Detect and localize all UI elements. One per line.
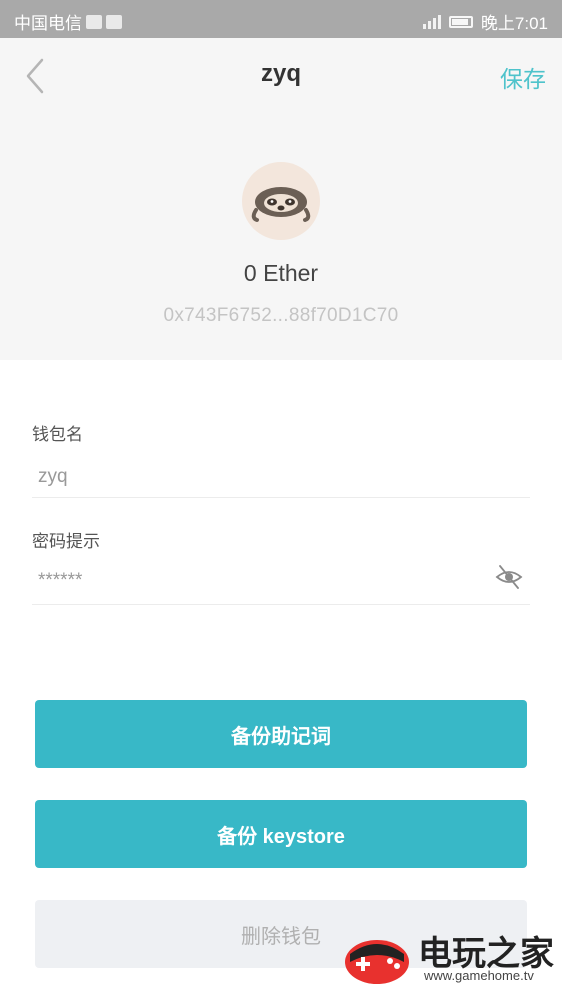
gamepad-logo-icon [345,940,409,984]
wallet-balance: 0 Ether [243,260,319,286]
watermark: 电玩之家 www.gamehome.tv [342,926,558,990]
notification-icon [86,14,102,29]
wallet-name-label: 钱包名 [32,425,83,444]
password-hint-label: 密码提示 [32,532,100,551]
divider [32,604,530,605]
page-title: zyq [260,60,301,87]
status-time: 晚上7:01 [480,14,548,33]
divider [32,497,530,498]
password-hint-input[interactable]: ****** [38,570,82,592]
battery-icon [448,15,473,28]
status-bar: 中国电信 晚上7:01 [0,0,562,38]
backup-mnemonic-button[interactable]: 备份助记词 [35,700,527,768]
watermark-url: www.gamehome.tv [424,968,534,983]
wallet-address: 0x743F6752...88f70D1C70 [163,305,399,326]
message-icon [106,14,122,29]
status-right-group: 晚上7:01 [422,9,548,34]
wallet-name-input[interactable]: zyq [38,466,68,488]
carrier-group: 中国电信 [14,9,122,34]
eye-slash-icon [495,565,523,589]
toggle-visibility-button[interactable] [494,562,524,592]
save-button[interactable]: 保存 [500,60,546,94]
sloth-avatar-icon [251,187,311,222]
wallet-header: zyq 保存 0 Ether 0x743F6752...88f70D1C70 [0,38,562,360]
backup-keystore-button[interactable]: 备份 keystore [35,800,527,868]
signal-icon [422,14,441,29]
carrier-name: 中国电信 [14,14,82,33]
wallet-avatar [242,162,320,240]
